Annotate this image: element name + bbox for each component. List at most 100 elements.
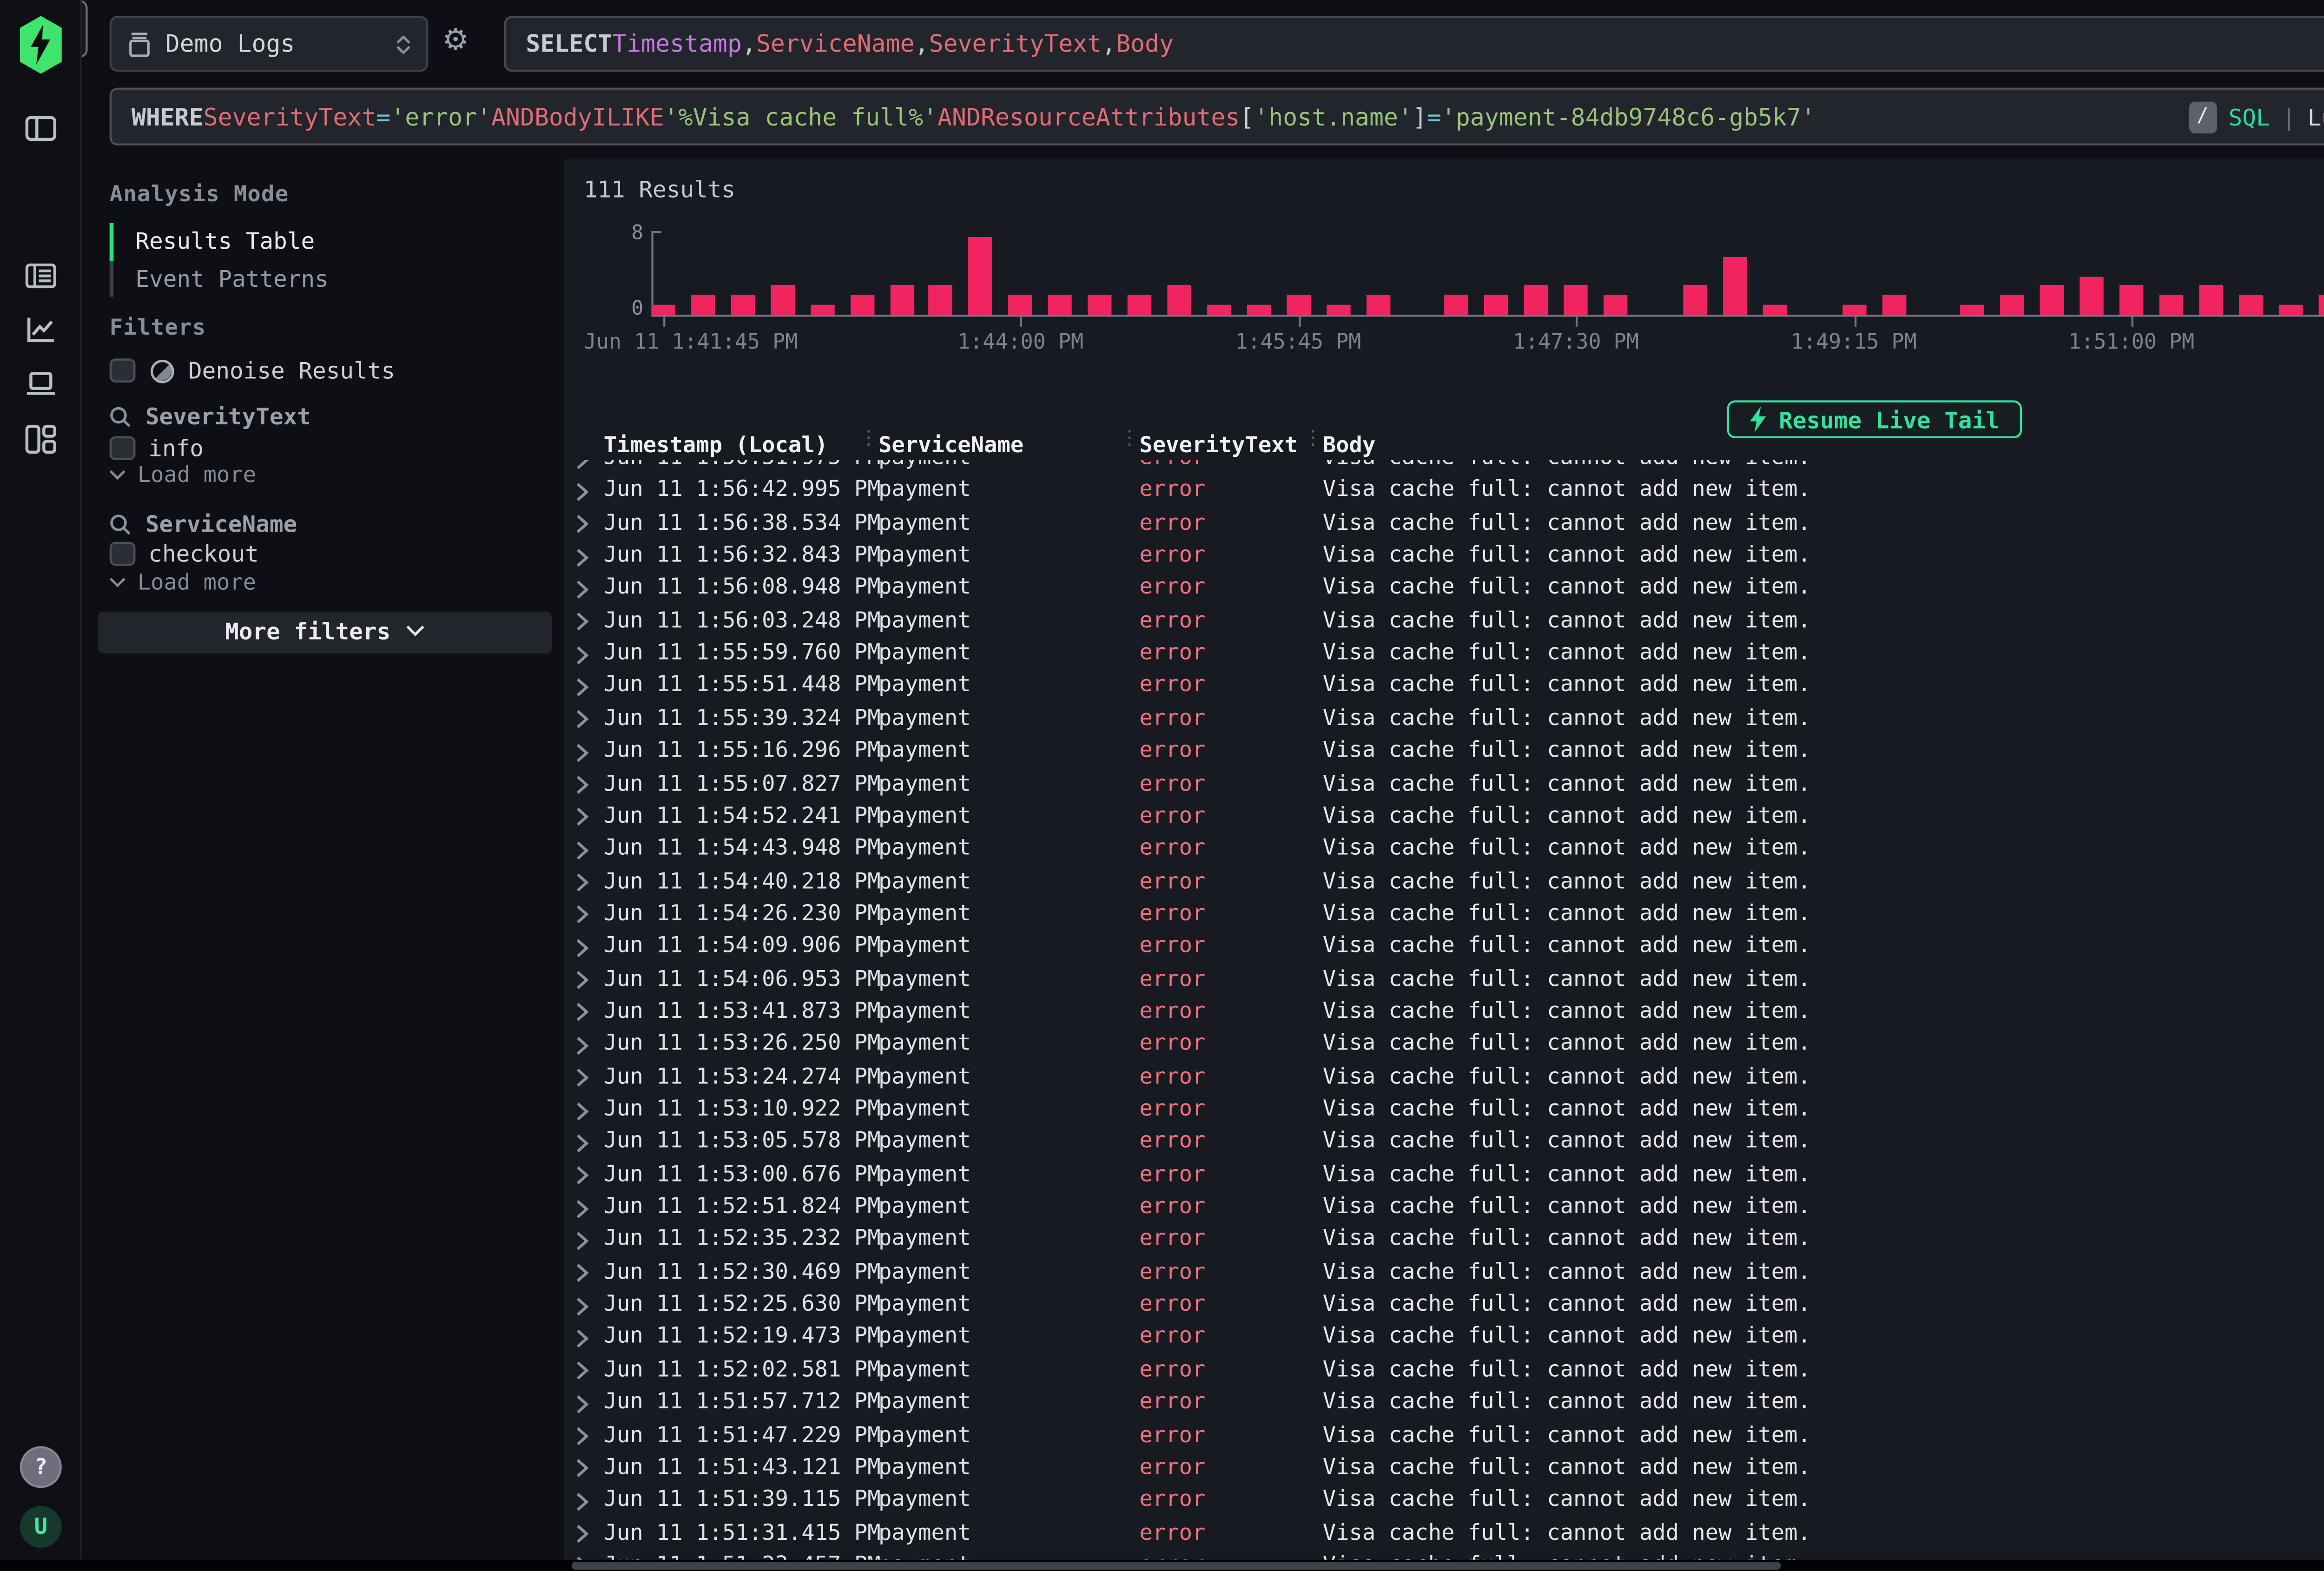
log-row[interactable]: Jun 11 1:56:42.995 PMpaymenterrorVisa ca… <box>564 475 2324 507</box>
source-settings-gear-icon[interactable]: ⚙ <box>442 26 469 56</box>
expand-row-chevron-icon[interactable] <box>576 710 590 730</box>
expand-row-chevron-icon[interactable] <box>576 1133 590 1153</box>
log-row[interactable]: Jun 11 1:53:41.873 PMpaymenterrorVisa ca… <box>564 996 2324 1029</box>
expand-row-chevron-icon[interactable] <box>576 1101 590 1121</box>
expand-row-chevron-icon[interactable] <box>576 580 590 600</box>
log-row[interactable]: Jun 11 1:55:16.296 PMpaymenterrorVisa ca… <box>564 735 2324 768</box>
resume-live-tail-button[interactable]: Resume Live Tail <box>1727 400 2021 438</box>
log-row[interactable]: Jun 11 1:52:25.630 PMpaymenterrorVisa ca… <box>564 1289 2324 1321</box>
log-row[interactable]: Jun 11 1:55:59.760 PMpaymenterrorVisa ca… <box>564 638 2324 670</box>
filter-group-name[interactable]: ServiceName <box>145 510 297 538</box>
log-row[interactable]: Jun 11 1:56:32.843 PMpaymenterrorVisa ca… <box>564 540 2324 573</box>
expand-row-chevron-icon[interactable] <box>576 1426 590 1446</box>
expand-row-chevron-icon[interactable] <box>576 482 590 502</box>
expand-row-chevron-icon[interactable] <box>576 1459 590 1479</box>
log-row[interactable]: Jun 11 1:56:38.534 PMpaymenterrorVisa ca… <box>564 508 2324 540</box>
expand-row-chevron-icon[interactable] <box>576 937 590 957</box>
log-row[interactable]: Jun 11 1:51:31.415 PMpaymenterrorVisa ca… <box>564 1517 2324 1550</box>
help-button[interactable]: ? <box>20 1446 62 1488</box>
log-row[interactable]: Jun 11 1:54:52.241 PMpaymenterrorVisa ca… <box>564 800 2324 833</box>
expand-row-chevron-icon[interactable] <box>576 1003 590 1023</box>
column-resize-handle-icon[interactable]: ⋮ <box>1120 428 1140 450</box>
hyperdx-logo-icon[interactable] <box>20 16 62 73</box>
source-selector[interactable]: Demo Logs <box>110 16 429 72</box>
query-language-toggle[interactable]: / SQL | Lucene <box>2189 100 2324 132</box>
expand-row-chevron-icon[interactable] <box>576 807 590 827</box>
expand-row-chevron-icon[interactable] <box>576 1068 590 1088</box>
log-row[interactable]: Jun 11 1:53:00.676 PMpaymenterrorVisa ca… <box>564 1159 2324 1191</box>
expand-row-chevron-icon[interactable] <box>576 1524 590 1544</box>
expand-row-chevron-icon[interactable] <box>576 1198 590 1218</box>
dashboards-icon[interactable] <box>24 422 58 456</box>
filter-option-label[interactable]: checkout <box>148 540 258 568</box>
log-row[interactable]: Jun 11 1:51:47.229 PMpaymenterrorVisa ca… <box>564 1419 2324 1452</box>
col-header-severitytext[interactable]: SeverityText <box>1139 432 1298 458</box>
expand-row-chevron-icon[interactable] <box>576 1557 590 1560</box>
expand-row-chevron-icon[interactable] <box>576 1393 590 1413</box>
log-row[interactable]: Jun 11 1:56:08.948 PMpaymenterrorVisa ca… <box>564 573 2324 605</box>
log-row[interactable]: Jun 11 1:54:40.218 PMpaymenterrorVisa ca… <box>564 865 2324 898</box>
expand-row-chevron-icon[interactable] <box>576 1231 590 1251</box>
log-row[interactable]: Jun 11 1:51:39.115 PMpaymenterrorVisa ca… <box>564 1485 2324 1517</box>
expand-row-chevron-icon[interactable] <box>576 1036 590 1056</box>
log-row[interactable]: Jun 11 1:53:24.274 PMpaymenterrorVisa ca… <box>564 1061 2324 1094</box>
log-row[interactable]: Jun 11 1:54:06.953 PMpaymenterrorVisa ca… <box>564 964 2324 996</box>
log-row[interactable]: Jun 11 1:52:30.469 PMpaymenterrorVisa ca… <box>564 1256 2324 1289</box>
col-header-body[interactable]: Body <box>1323 432 1376 458</box>
expand-row-chevron-icon[interactable] <box>576 1328 590 1348</box>
tab-results-table[interactable]: Results Table <box>135 223 315 261</box>
col-header-timestamp[interactable]: Timestamp (Local) <box>604 432 828 458</box>
expand-row-chevron-icon[interactable] <box>576 1361 590 1381</box>
log-row[interactable]: Jun 11 1:52:35.232 PMpaymenterrorVisa ca… <box>564 1224 2324 1256</box>
user-avatar[interactable]: U <box>20 1506 62 1548</box>
sessions-icon[interactable] <box>24 367 58 401</box>
expand-row-chevron-icon[interactable] <box>576 1263 590 1283</box>
horizontal-scrollbar-thumb[interactable] <box>572 1562 1781 1570</box>
info-checkbox[interactable] <box>110 436 135 461</box>
expand-row-chevron-icon[interactable] <box>576 515 590 535</box>
denoise-checkbox[interactable] <box>110 358 135 383</box>
log-row[interactable]: Jun 11 1:55:51.448 PMpaymenterrorVisa ca… <box>564 670 2324 703</box>
toggle-sidebar-icon[interactable] <box>24 112 58 145</box>
expand-row-chevron-icon[interactable] <box>576 775 590 795</box>
where-query-input[interactable]: WHERE SeverityText = 'error' AND Body IL… <box>110 88 2324 145</box>
log-row[interactable]: Jun 11 1:51:43.121 PMpaymenterrorVisa ca… <box>564 1452 2324 1485</box>
log-row[interactable]: Jun 11 1:52:02.581 PMpaymenterrorVisa ca… <box>564 1354 2324 1386</box>
filter-group-name[interactable]: SeverityText <box>145 403 311 430</box>
column-resize-handle-icon[interactable]: ⋮ <box>1303 428 1323 450</box>
filter-option-label[interactable]: info <box>148 434 204 462</box>
expand-row-chevron-icon[interactable] <box>576 970 590 990</box>
log-row[interactable]: Jun 11 1:52:19.473 PMpaymenterrorVisa ca… <box>564 1321 2324 1354</box>
log-row[interactable]: Jun 11 1:53:26.250 PMpaymenterrorVisa ca… <box>564 1029 2324 1061</box>
more-filters-button[interactable]: More filters <box>98 612 552 653</box>
checkout-checkbox[interactable] <box>110 541 135 567</box>
log-row[interactable]: Jun 11 1:52:51.824 PMpaymenterrorVisa ca… <box>564 1191 2324 1224</box>
expand-row-chevron-icon[interactable] <box>576 840 590 860</box>
log-row[interactable]: Jun 11 1:56:03.248 PMpaymenterrorVisa ca… <box>564 605 2324 638</box>
log-row[interactable]: Jun 11 1:54:26.230 PMpaymenterrorVisa ca… <box>564 898 2324 931</box>
log-row[interactable]: Jun 11 1:55:07.827 PMpaymenterrorVisa ca… <box>564 768 2324 800</box>
log-row[interactable]: Jun 11 1:53:05.578 PMpaymenterrorVisa ca… <box>564 1126 2324 1159</box>
expand-row-chevron-icon[interactable] <box>576 872 590 892</box>
load-more-servicename[interactable]: Load more <box>110 570 256 596</box>
search-logs-icon[interactable] <box>24 259 58 293</box>
expand-row-chevron-icon[interactable] <box>576 1296 590 1316</box>
log-row[interactable]: Jun 11 1:53:10.922 PMpaymenterrorVisa ca… <box>564 1094 2324 1126</box>
language-sql[interactable]: SQL <box>2229 103 2270 131</box>
language-lucene[interactable]: Lucene <box>2308 103 2324 131</box>
expand-row-chevron-icon[interactable] <box>576 677 590 697</box>
column-resize-handle-icon[interactable]: ⋮ <box>858 428 878 450</box>
expand-row-chevron-icon[interactable] <box>576 742 590 762</box>
results-histogram[interactable] <box>651 231 2324 315</box>
expand-row-chevron-icon[interactable] <box>576 547 590 567</box>
log-row[interactable]: Jun 11 1:51:57.712 PMpaymenterrorVisa ca… <box>564 1386 2324 1419</box>
log-row[interactable]: Jun 11 1:54:43.948 PMpaymenterrorVisa ca… <box>564 833 2324 865</box>
expand-row-chevron-icon[interactable] <box>576 905 590 925</box>
log-row[interactable]: Jun 11 1:55:39.324 PMpaymenterrorVisa ca… <box>564 703 2324 735</box>
col-header-servicename[interactable]: ServiceName <box>878 432 1023 458</box>
expand-row-chevron-icon[interactable] <box>576 1166 590 1186</box>
expand-row-chevron-icon[interactable] <box>576 645 590 665</box>
log-row[interactable]: Jun 11 1:51:23.457 PMpaymenterrorVisa ca… <box>564 1550 2324 1560</box>
chart-explorer-icon[interactable] <box>24 313 58 347</box>
expand-row-chevron-icon[interactable] <box>576 612 590 632</box>
